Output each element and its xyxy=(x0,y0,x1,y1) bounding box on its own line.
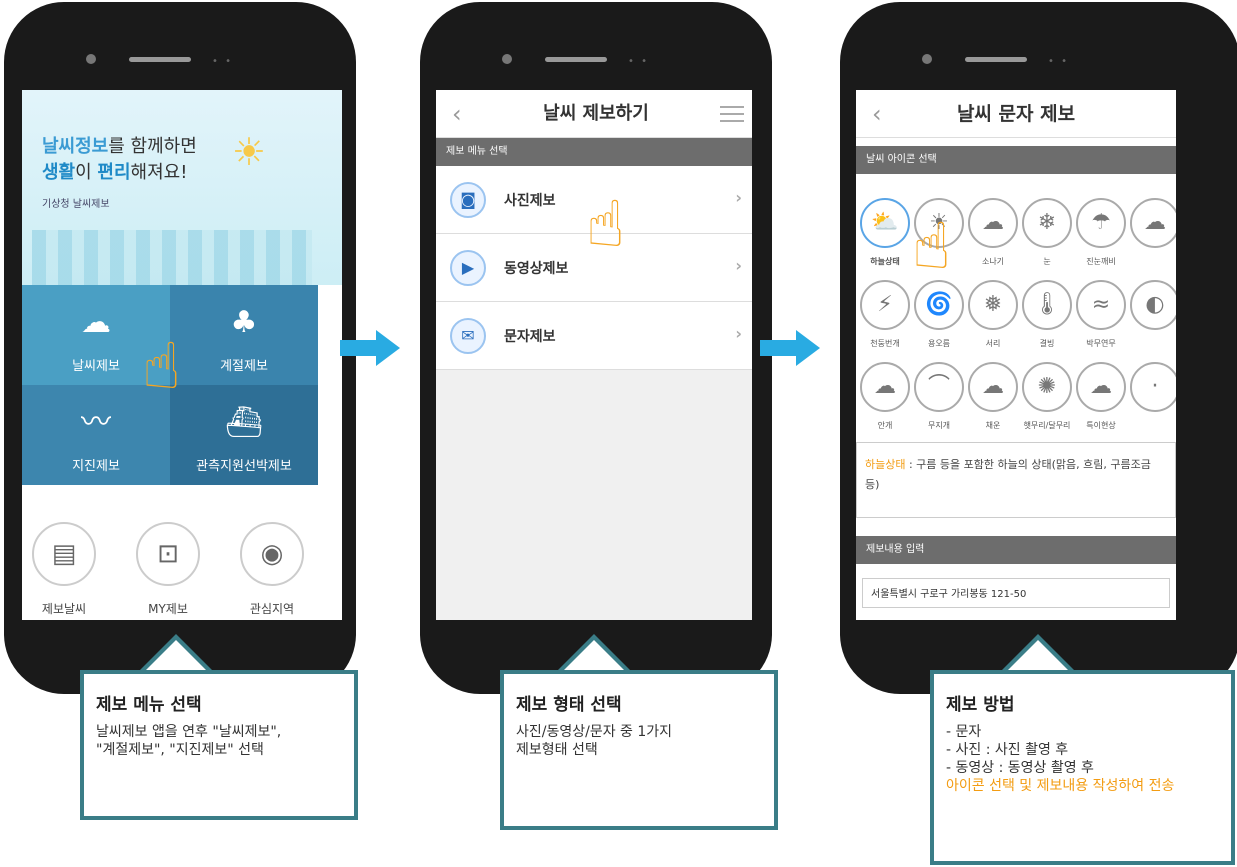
callout-step-3: 제보 방법 - 문자 - 사진 : 사진 촬영 후 - 동영상 : 동영상 촬영… xyxy=(930,670,1235,865)
page-title: 날씨 문자 제보 xyxy=(956,103,1076,125)
callout-highlight: 아이콘 선택 및 제보내용 작성하여 전송 xyxy=(946,778,1175,794)
document-icon[interactable]: ▤ xyxy=(32,522,96,586)
arrow-right-icon xyxy=(760,330,820,366)
tap-hand-icon: ☝ xyxy=(142,330,181,404)
screen-report-menu: ‹ 날씨 제보하기 제보 메뉴 선택 ◙ 사진제보 › ▶ 동영상제보 › ✉ … xyxy=(436,90,752,620)
profile-icon[interactable]: ⊡ xyxy=(136,522,200,586)
cloud-sun-icon: ☁ xyxy=(81,305,111,340)
bottom-label-favorite-area: 관심지역 xyxy=(249,602,295,616)
arrow-right-icon xyxy=(340,330,400,366)
camera-dot xyxy=(922,54,932,64)
haze-icon[interactable]: ≈ xyxy=(1076,280,1126,330)
bottom-label-reported-weather: 제보날씨 xyxy=(41,602,87,616)
callout-body: 날씨제보 앱을 연후 "날씨제보", "계절제보", "지진제보" 선택 xyxy=(96,724,282,758)
speaker-grille xyxy=(965,57,1027,62)
callout-step-1: 제보 메뉴 선택 날씨제보 앱을 연후 "날씨제보", "계절제보", "지진제… xyxy=(80,670,358,820)
tile-season-report[interactable]: ♣ 계절제보 xyxy=(170,285,318,385)
phone-frame-3: • • ‹ 날씨 문자 제보 날씨 아이콘 선택 ⛅ ☀ ☁ ❄ ☂ ☁ 하늘상… xyxy=(840,2,1237,694)
screen-home: 날씨정보를 함께하면 생활이 편리해져요! 기상청 날씨제보 ☀ ☁ 날씨제보 … xyxy=(22,90,342,620)
hero-subtitle: 기상청 날씨제보 xyxy=(42,199,110,210)
sensor-dots: • • xyxy=(1048,56,1069,67)
callout-line: - 동영상 : 동영상 촬영 후 xyxy=(946,760,1094,776)
sun-cloud-icon: ☀ xyxy=(232,130,267,174)
halo-icon[interactable]: ✺ xyxy=(1022,362,1072,412)
camera-icon: ◙ xyxy=(450,182,486,218)
page-title: 날씨 제보하기 xyxy=(543,103,649,124)
special-phenomenon-icon[interactable]: ☁ xyxy=(1076,362,1126,412)
callout-line: - 사진 : 사진 촬영 후 xyxy=(946,742,1069,758)
shower-icon[interactable]: ☁ xyxy=(968,198,1018,248)
row-text-report[interactable]: ✉ 문자제보 › xyxy=(436,302,752,370)
description-text: : 구름 등을 포함한 하늘의 상태(맑음, 흐림, 구름조금 등) xyxy=(865,458,1151,491)
tap-hand-icon: ☝ xyxy=(586,188,625,262)
hero-line-2: 생활이 편리해져요! xyxy=(42,162,188,183)
speaker-grille xyxy=(545,57,607,62)
iridescent-cloud-icon[interactable]: ☁ xyxy=(968,362,1018,412)
callout-title: 제보 형태 선택 xyxy=(516,695,622,715)
phone-frame-2: • • ‹ 날씨 제보하기 제보 메뉴 선택 ◙ 사진제보 › ▶ 동영상제보 … xyxy=(420,2,772,694)
sleet-icon[interactable]: ☂ xyxy=(1076,198,1126,248)
screen-text-report: ‹ 날씨 문자 제보 날씨 아이콘 선택 ⛅ ☀ ☁ ❄ ☂ ☁ 하늘상태 소나… xyxy=(856,90,1176,620)
camera-dot xyxy=(86,54,96,64)
tap-hand-icon: ☝ xyxy=(912,210,951,284)
callout-line: - 문자 xyxy=(946,724,982,740)
location-pin-icon[interactable]: ◉ xyxy=(240,522,304,586)
tile-ship-report[interactable]: ⛴ 관측지원선박제보 xyxy=(170,385,318,485)
partial-icon[interactable]: ◐ xyxy=(1130,280,1176,330)
camera-dot xyxy=(502,54,512,64)
video-icon: ▶ xyxy=(450,250,486,286)
callout-title: 제보 방법 xyxy=(946,695,1015,715)
address-field[interactable]: 서울특별시 구로구 가리봉동 121-50 xyxy=(862,578,1170,608)
frost-icon[interactable]: ❅ xyxy=(968,280,1018,330)
header-bar: ‹ 날씨 문자 제보 xyxy=(856,90,1176,138)
callout-step-2: 제보 형태 선택 사진/동영상/문자 중 1가지 제보형태 선택 xyxy=(500,670,778,830)
header-bar: ‹ 날씨 제보하기 xyxy=(436,90,752,138)
callout-pointer xyxy=(1000,634,1076,672)
hero-line-1: 날씨정보를 함께하면 xyxy=(42,136,197,157)
callout-body: 사진/동영상/문자 중 1가지 제보형태 선택 xyxy=(516,724,673,758)
city-skyline xyxy=(32,230,312,285)
section-header-menu: 제보 메뉴 선택 xyxy=(436,138,752,166)
seismograph-icon: 〰 xyxy=(81,405,111,440)
rainbow-icon[interactable]: ⌒ xyxy=(914,362,964,412)
partial-icon[interactable]: ☁ xyxy=(1130,198,1176,248)
sky-condition-icon[interactable]: ⛅ xyxy=(860,198,910,248)
ship-icon: ⛴ xyxy=(224,405,264,440)
phone-frame-1: • • 날씨정보를 함께하면 생활이 편리해져요! 기상청 날씨제보 ☀ ☁ 날… xyxy=(4,2,356,694)
fog-icon[interactable]: ☁ xyxy=(860,362,910,412)
description-highlight: 하늘상태 xyxy=(865,458,906,471)
callout-pointer xyxy=(556,634,632,672)
back-icon[interactable]: ‹ xyxy=(872,90,882,138)
tornado-icon[interactable]: 🌀 xyxy=(914,280,964,330)
chevron-right-icon: › xyxy=(735,324,742,343)
bottom-label-my-report: MY제보 xyxy=(148,602,188,616)
sensor-dots: • • xyxy=(212,56,233,67)
snow-icon[interactable]: ❄ xyxy=(1022,198,1072,248)
sensor-dots: • • xyxy=(628,56,649,67)
partial-icon[interactable]: · xyxy=(1130,362,1176,412)
speaker-grille xyxy=(129,57,191,62)
thunder-icon[interactable]: ⚡ xyxy=(860,280,910,330)
callout-pointer xyxy=(138,634,214,672)
icon-description-box: 하늘상태 : 구름 등을 포함한 하늘의 상태(맑음, 흐림, 구름조금 등) xyxy=(856,442,1176,518)
back-icon[interactable]: ‹ xyxy=(452,90,462,138)
chevron-right-icon: › xyxy=(735,256,742,275)
chevron-right-icon: › xyxy=(735,188,742,207)
tree-butterfly-icon: ♣ xyxy=(230,305,258,340)
section-header-icons: 날씨 아이콘 선택 xyxy=(856,146,1176,174)
thermometer-icon[interactable]: 🌡 xyxy=(1022,280,1072,330)
envelope-icon: ✉ xyxy=(450,318,486,354)
section-header-input: 제보내용 입력 xyxy=(856,536,1176,564)
hamburger-menu-icon[interactable] xyxy=(720,106,744,122)
hero-banner: 날씨정보를 함께하면 생활이 편리해져요! 기상청 날씨제보 ☀ xyxy=(22,90,342,285)
callout-title: 제보 메뉴 선택 xyxy=(96,695,202,715)
